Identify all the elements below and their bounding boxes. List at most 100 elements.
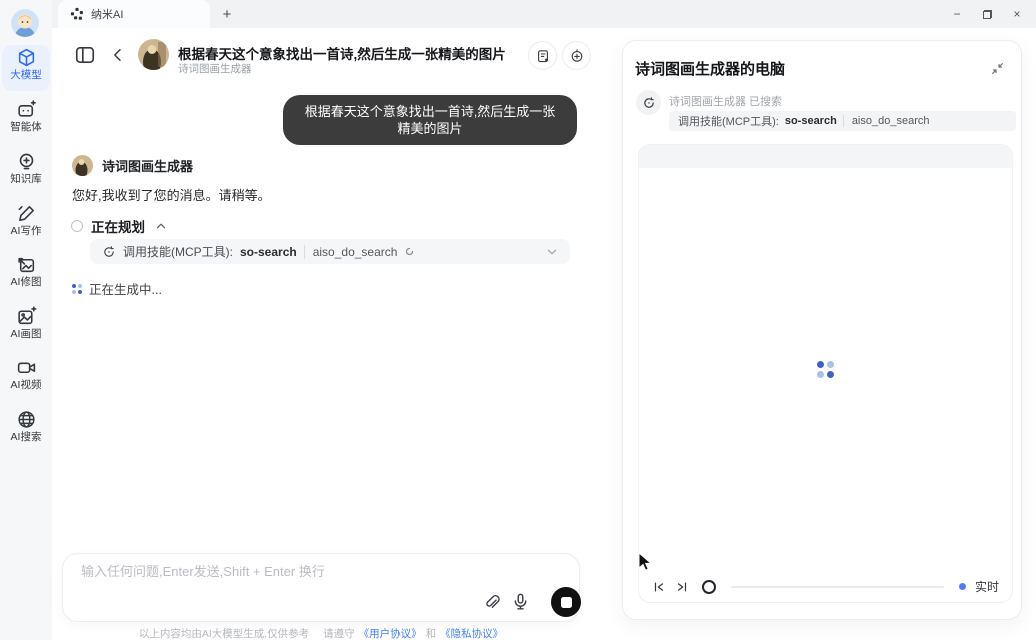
- tab-title: 纳米AI: [91, 6, 123, 22]
- automation-icon: [102, 245, 116, 259]
- save-note-button[interactable]: [528, 41, 557, 70]
- status-circle-icon: [71, 220, 83, 232]
- new-tab-button[interactable]: +: [216, 3, 238, 25]
- skip-to-start-icon[interactable]: [652, 580, 666, 594]
- sidebar-item-ai-search[interactable]: AI搜索: [2, 407, 50, 453]
- sidebar-item-label: 智能体: [10, 122, 42, 133]
- sidebar-item-label: 知识库: [10, 174, 42, 185]
- assistant-header: 诗词图画生成器: [72, 155, 193, 176]
- planning-row[interactable]: 正在规划: [71, 216, 167, 236]
- timeline-slider[interactable]: [731, 586, 944, 588]
- window-titlebar: 纳米AI + − ×: [0, 0, 1036, 28]
- image-plus-icon: [16, 306, 37, 327]
- search-status-icon: [636, 90, 661, 115]
- privacy-agreement-link[interactable]: 《隐私协议》: [440, 626, 503, 640]
- chevron-up-icon[interactable]: [155, 220, 167, 232]
- stop-generation-button[interactable]: [551, 587, 581, 617]
- note-icon: [535, 48, 551, 64]
- message-input-box: [62, 553, 580, 622]
- chevron-down-icon[interactable]: [546, 246, 558, 258]
- robot-icon: [16, 99, 37, 120]
- user-message-bubble: 根据春天这个意象找出一首诗,然后生成一张精美的图片: [283, 95, 577, 145]
- back-button[interactable]: [110, 47, 126, 63]
- viewport-header-strip: [639, 145, 1012, 168]
- panel-skill-bar: 调用技能(MCP工具): so-search aiso_do_search: [669, 111, 1016, 131]
- target-plus-icon: [569, 48, 585, 64]
- sidebar-item-label: AI修图: [11, 277, 42, 288]
- agent-computer-panel: 诗词图画生成器的电脑 诗词图画生成器 已搜索 调用技能(MCP工具): so-s…: [622, 40, 1022, 620]
- agent-avatar: [138, 39, 169, 70]
- sidebar-item-label: AI画图: [11, 329, 42, 340]
- loader-dots-icon: [72, 284, 82, 294]
- assistant-avatar: [72, 155, 93, 176]
- app-window: 纳米AI + − × 大模型 智能体: [0, 0, 1036, 640]
- loading-dots-icon: [817, 361, 834, 378]
- skill-tool: aiso_do_search: [843, 115, 930, 127]
- spinner-icon: [404, 246, 415, 257]
- viewport-body: [639, 168, 1012, 571]
- assistant-greeting: 您好,我收到了您的消息。请稍等。: [72, 185, 271, 204]
- video-camera-icon: [16, 357, 37, 378]
- planning-label: 正在规划: [91, 216, 145, 236]
- playhead-button[interactable]: [702, 580, 716, 594]
- sidebar-item-large-model[interactable]: 大模型: [2, 45, 50, 91]
- sidebar-item-label: 大模型: [10, 70, 42, 81]
- agent-avatar-image: [138, 39, 169, 70]
- comply-text: 请遵守: [323, 626, 355, 640]
- bulb-plus-icon: [16, 151, 37, 172]
- message-input[interactable]: [79, 563, 479, 580]
- generating-label: 正在生成中...: [89, 279, 162, 298]
- sidebar-item-ai-retouch[interactable]: AI修图: [2, 252, 50, 298]
- close-button[interactable]: ×: [1010, 7, 1024, 21]
- conversation-subtitle: 诗词图画生成器: [178, 61, 252, 76]
- nano-ai-logo-icon: [70, 7, 84, 21]
- generating-row: 正在生成中...: [72, 279, 162, 298]
- skill-name: so-search: [240, 245, 297, 259]
- collapse-panel-icon[interactable]: [990, 61, 1005, 76]
- assistant-name: 诗词图画生成器: [102, 156, 193, 175]
- mouse-cursor: [638, 552, 654, 574]
- sidebar-item-agent[interactable]: 智能体: [2, 97, 50, 143]
- sidebar-item-label: AI视频: [11, 380, 42, 391]
- new-session-button[interactable]: [562, 41, 591, 70]
- avatar-cartoon-icon: [11, 9, 39, 37]
- maximize-button[interactable]: [980, 7, 994, 21]
- user-agreement-link[interactable]: 《用户协议》: [359, 626, 422, 640]
- attachment-icon[interactable]: [482, 592, 501, 611]
- sidebar-item-ai-video[interactable]: AI视频: [2, 355, 50, 401]
- disclaimer-footer: 以上内容均由AI大模型生成,仅供参考 请遵守 《用户协议》 和 《隐私协议》: [62, 626, 580, 640]
- skill-prefix: 调用技能(MCP工具):: [678, 113, 779, 129]
- skill-invocation-bar[interactable]: 调用技能(MCP工具): so-search aiso_do_search: [90, 239, 570, 264]
- microphone-icon[interactable]: [511, 592, 530, 611]
- sidebar-item-label: AI写作: [11, 226, 42, 237]
- sidebar-item-ai-writing[interactable]: AI写作: [2, 201, 50, 247]
- toggle-sidebar-icon[interactable]: [74, 44, 96, 66]
- browser-tab[interactable]: 纳米AI: [58, 0, 210, 28]
- pencil-icon: [16, 203, 37, 224]
- stop-icon: [561, 597, 572, 608]
- and-text: 和: [426, 626, 437, 640]
- sidebar-item-knowledge[interactable]: 知识库: [2, 149, 50, 195]
- playback-controls: 实时: [639, 571, 1012, 602]
- conversation-title: 根据春天这个意象找出一首诗,然后生成一张精美的图片: [178, 43, 538, 63]
- panel-status-text: 诗词图画生成器 已搜索: [669, 93, 782, 109]
- remote-screen-viewport: 实时: [638, 144, 1013, 603]
- skill-prefix: 调用技能(MCP工具):: [123, 243, 233, 260]
- minimize-button[interactable]: −: [950, 7, 964, 21]
- panel-title: 诗词图画生成器的电脑: [635, 58, 785, 79]
- image-arrow-icon: [16, 254, 37, 275]
- restore-icon: [983, 10, 992, 19]
- skill-name: so-search: [785, 115, 837, 127]
- window-controls: − ×: [950, 0, 1030, 28]
- sidebar-item-label: AI搜索: [11, 432, 42, 443]
- cube-icon: [16, 47, 37, 68]
- left-sidebar: 大模型 智能体 知识库 AI写作 AI修图 AI画图 AI视频 AI搜索: [0, 0, 52, 640]
- skill-tool: aiso_do_search: [304, 245, 398, 259]
- skip-to-end-icon[interactable]: [675, 580, 689, 594]
- sidebar-item-ai-draw[interactable]: AI画图: [2, 304, 50, 350]
- realtime-dot-icon: [959, 583, 966, 590]
- disclaimer-text: 以上内容均由AI大模型生成,仅供参考: [139, 626, 309, 640]
- globe-icon: [16, 409, 37, 430]
- user-avatar[interactable]: [11, 9, 39, 37]
- realtime-label[interactable]: 实时: [975, 578, 999, 595]
